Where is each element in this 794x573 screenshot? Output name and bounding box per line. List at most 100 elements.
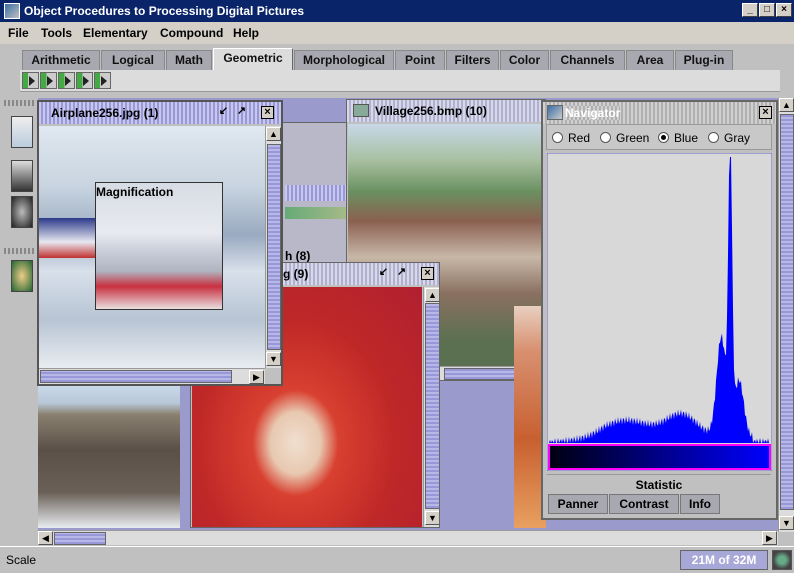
splash-vscroll[interactable]: ▲ ▼ (423, 287, 439, 527)
minimize-icon[interactable]: ↙ (217, 106, 230, 119)
desktop-vscroll[interactable]: ▲ ▼ (778, 98, 794, 532)
garbage-collect-icon[interactable] (772, 550, 792, 570)
geometric-toolbar (20, 70, 780, 92)
minimize-button[interactable]: _ (742, 3, 758, 17)
scroll-up-arrow[interactable]: ▲ (425, 288, 439, 302)
desktop-vscroll-thumb[interactable] (780, 114, 794, 510)
splash-vscroll-thumb[interactable] (425, 303, 439, 509)
close-icon[interactable]: × (759, 106, 772, 119)
radio-green-label: Green (616, 131, 650, 145)
radio-blue-label: Blue (674, 131, 699, 145)
airplane-title: Airplane256.jpg (1) (51, 106, 159, 120)
tool-button-2[interactable] (40, 72, 57, 89)
scroll-right-arrow[interactable]: ▶ (762, 531, 777, 545)
scroll-down-arrow[interactable]: ▼ (425, 511, 439, 525)
scroll-left-arrow[interactable]: ◀ (38, 531, 53, 545)
close-button[interactable]: × (776, 3, 792, 17)
scroll-up-arrow[interactable]: ▲ (266, 127, 281, 141)
scroll-down-arrow[interactable]: ▼ (779, 516, 794, 530)
desktop-hscroll[interactable]: ◀ ▶ (38, 530, 778, 545)
tool-button-4[interactable] (76, 72, 93, 89)
maximize-button[interactable]: □ (759, 3, 775, 17)
tab-area[interactable]: Area (626, 50, 674, 70)
tab-plugin[interactable]: Plug-in (675, 50, 733, 70)
statistic-label[interactable]: Statistic (547, 474, 771, 494)
airplane-hscroll-thumb[interactable] (40, 370, 232, 383)
tool-button-3[interactable] (58, 72, 75, 89)
castle-image (38, 386, 180, 528)
tab-contrast[interactable]: Contrast (609, 494, 679, 514)
thumbnail-strip (0, 92, 38, 532)
tool-button-1[interactable] (22, 72, 39, 89)
memory-indicator[interactable]: 21M of 32M (680, 550, 768, 570)
airplane-vscroll-thumb[interactable] (267, 144, 281, 350)
village-title: Village256.bmp (10) (375, 104, 487, 118)
app-title: Object Procedures to Processing Digital … (24, 4, 305, 18)
tab-point[interactable]: Point (395, 50, 445, 70)
frame-h8-titlebar[interactable] (285, 185, 349, 201)
thumbnail-portrait[interactable] (11, 196, 33, 228)
scroll-down-arrow[interactable]: ▼ (266, 352, 281, 366)
radio-gray-label: Gray (724, 131, 751, 145)
radio-gray[interactable]: Gray (708, 131, 750, 145)
thumbnail-document[interactable] (11, 116, 33, 148)
blue-gradient-bar (548, 444, 771, 470)
tab-panner[interactable]: Panner (548, 494, 608, 514)
minimize-icon[interactable]: ↙ (377, 267, 390, 280)
airplane-hscroll[interactable]: ▶ (39, 368, 265, 384)
status-text: Scale (6, 553, 37, 567)
navigator-icon (547, 105, 563, 120)
menu-file[interactable]: File (8, 26, 29, 40)
menu-tools[interactable]: Tools (41, 26, 72, 40)
radio-red-indicator (552, 132, 563, 143)
thumbnail-eye[interactable] (11, 260, 33, 292)
menu-elementary[interactable]: Elementary (83, 26, 148, 40)
app-titlebar: Object Procedures to Processing Digital … (0, 0, 794, 22)
village-titlebar[interactable]: Village256.bmp (10) (347, 100, 545, 122)
navigator-titlebar[interactable]: Navigator × (543, 102, 776, 124)
airplane-image: Magnification (39, 126, 265, 368)
maximize-icon[interactable]: ↗ (235, 106, 248, 119)
desktop-hscroll-thumb[interactable] (54, 532, 106, 545)
airplane-tail (39, 218, 99, 258)
radio-red[interactable]: Red (552, 131, 590, 145)
scroll-right-arrow[interactable]: ▶ (249, 370, 264, 384)
navigator-title: Navigator (565, 106, 621, 120)
image-icon (353, 104, 369, 117)
menu-bar: File Tools Elementary Compound Help (0, 22, 794, 44)
magnification-overlay[interactable]: Magnification (95, 182, 223, 310)
menu-help[interactable]: Help (233, 26, 259, 40)
menu-compound[interactable]: Compound (160, 26, 223, 40)
tool-button-5[interactable] (94, 72, 111, 89)
tab-arithmetic[interactable]: Arithmetic (22, 50, 100, 70)
radio-green[interactable]: Green (600, 131, 649, 145)
radio-red-label: Red (568, 131, 591, 145)
operation-tabs: Arithmetic Logical Math Geometric Morpho… (0, 45, 794, 70)
maximize-icon[interactable]: ↗ (395, 267, 408, 280)
thumbnail-histogram[interactable] (11, 160, 33, 192)
tab-info[interactable]: Info (680, 494, 720, 514)
tab-channels[interactable]: Channels (550, 50, 625, 70)
status-bar: Scale (0, 546, 794, 573)
tab-filters[interactable]: Filters (446, 50, 499, 70)
magnification-label: Magnification (96, 185, 174, 199)
tab-morphological[interactable]: Morphological (294, 50, 394, 70)
close-icon[interactable]: × (421, 267, 434, 280)
tab-color[interactable]: Color (500, 50, 549, 70)
splash-title: g (9) (283, 267, 309, 281)
image-frame-airplane[interactable]: Airplane256.jpg (1) ↙ ↗ × Magnification … (37, 100, 283, 386)
airplane-vscroll[interactable]: ▲ ▼ (265, 126, 281, 368)
tab-logical[interactable]: Logical (101, 50, 165, 70)
airplane-titlebar[interactable]: Airplane256.jpg (1) ↙ ↗ × (39, 102, 281, 124)
frame-h8-image (285, 207, 349, 219)
tab-geometric[interactable]: Geometric (213, 48, 293, 70)
tab-math[interactable]: Math (166, 50, 212, 70)
histogram-chart (547, 153, 772, 471)
scroll-up-arrow[interactable]: ▲ (779, 98, 794, 112)
close-icon[interactable]: × (261, 106, 274, 119)
radio-blue-indicator (658, 132, 669, 143)
radio-green-indicator (600, 132, 611, 143)
radio-blue[interactable]: Blue (658, 131, 698, 145)
strip-grip[interactable] (4, 100, 34, 106)
strip-grip-2[interactable] (4, 248, 34, 254)
